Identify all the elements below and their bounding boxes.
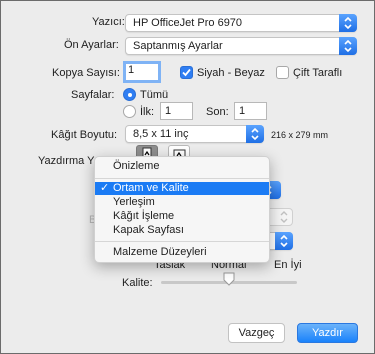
- bw-label: Siyah - Beyaz: [197, 67, 265, 79]
- menu-separator: [95, 241, 269, 242]
- paper-size-label: Kâğıt Boyutu:: [51, 129, 118, 141]
- menu-item-paper-handling[interactable]: Kâğıt İşleme: [95, 210, 269, 223]
- popup-chevrons-icon: [339, 14, 357, 32]
- paper-size-popup[interactable]: 8,5 x 11 inç: [125, 125, 264, 143]
- orientation-label: Yazdırma Y: [38, 155, 95, 167]
- pages-to-label: Son:: [206, 106, 229, 118]
- menu-item-preview[interactable]: Önizleme: [95, 160, 269, 173]
- cancel-button[interactable]: Vazgeç: [228, 323, 285, 343]
- presets-popup[interactable]: Saptanmış Ayarlar: [125, 37, 357, 55]
- pages-label: Sayfalar:: [71, 89, 115, 101]
- chevrons-icon: [280, 211, 288, 223]
- printer-value: HP OfficeJet Pro 6970: [133, 17, 243, 29]
- printer-popup[interactable]: HP OfficeJet Pro 6970: [125, 14, 357, 32]
- menu-separator: [95, 178, 269, 179]
- quality-best-label: En İyi: [274, 259, 302, 271]
- paper-size-value: 8,5 x 11 inç: [133, 128, 189, 140]
- menu-item-label: Kapak Sayfası: [113, 224, 184, 236]
- menu-item-cover-page[interactable]: Kapak Sayfası: [95, 224, 269, 237]
- menu-item-label: Kâğıt İşleme: [113, 210, 175, 222]
- menu-item-label: Önizleme: [113, 160, 160, 172]
- print-dialog: Yazıcı: HP OfficeJet Pro 6970 Ön Ayarlar…: [0, 0, 375, 354]
- pages-all-label: Tümü: [140, 89, 169, 101]
- menu-item-label: Malzeme Düzeyleri: [113, 246, 207, 258]
- copies-value: 1: [128, 64, 135, 76]
- copies-input[interactable]: 1: [123, 61, 161, 83]
- pages-to-input[interactable]: 1: [234, 102, 267, 120]
- copies-label: Kopya Sayısı:: [52, 67, 120, 79]
- section-menu: Önizleme ✓ Ortam ve Kalite Yerleşim Kâğı…: [94, 156, 270, 263]
- pages-from-value: 1: [165, 105, 172, 117]
- pages-from-input[interactable]: 1: [160, 102, 193, 120]
- duplex-label: Çift Taraflı: [293, 67, 343, 79]
- printer-label: Yazıcı:: [92, 16, 125, 28]
- duplex-checkbox[interactable]: [276, 66, 289, 79]
- menu-item-supply-levels[interactable]: Malzeme Düzeyleri: [95, 246, 269, 259]
- paper-dimensions: 216 x 279 mm: [271, 130, 329, 140]
- menu-item-label: Ortam ve Kalite: [113, 182, 189, 194]
- menu-item-media-quality[interactable]: ✓ Ortam ve Kalite: [95, 182, 269, 195]
- pages-range-radio[interactable]: [123, 105, 136, 118]
- print-button[interactable]: Yazdır: [297, 323, 358, 343]
- popup-chevrons-icon: [339, 37, 357, 55]
- menu-item-label: Yerleşim: [113, 196, 155, 208]
- menu-item-layout[interactable]: Yerleşim: [95, 196, 269, 209]
- popup-chevrons-icon: [246, 125, 264, 143]
- presets-label: Ön Ayarlar:: [64, 39, 119, 51]
- pages-from-label: İlk:: [140, 106, 155, 118]
- pages-to-value: 1: [239, 105, 246, 117]
- popup-chevrons-icon: [275, 232, 293, 250]
- quality-label: Kalite:: [122, 277, 153, 289]
- presets-value: Saptanmış Ayarlar: [133, 40, 223, 52]
- bw-checkbox[interactable]: [180, 66, 193, 79]
- checkmark-icon: ✓: [100, 182, 110, 194]
- quality-slider-knob[interactable]: [223, 272, 235, 286]
- pages-all-radio[interactable]: [123, 88, 136, 101]
- checkmark-icon: [182, 68, 191, 77]
